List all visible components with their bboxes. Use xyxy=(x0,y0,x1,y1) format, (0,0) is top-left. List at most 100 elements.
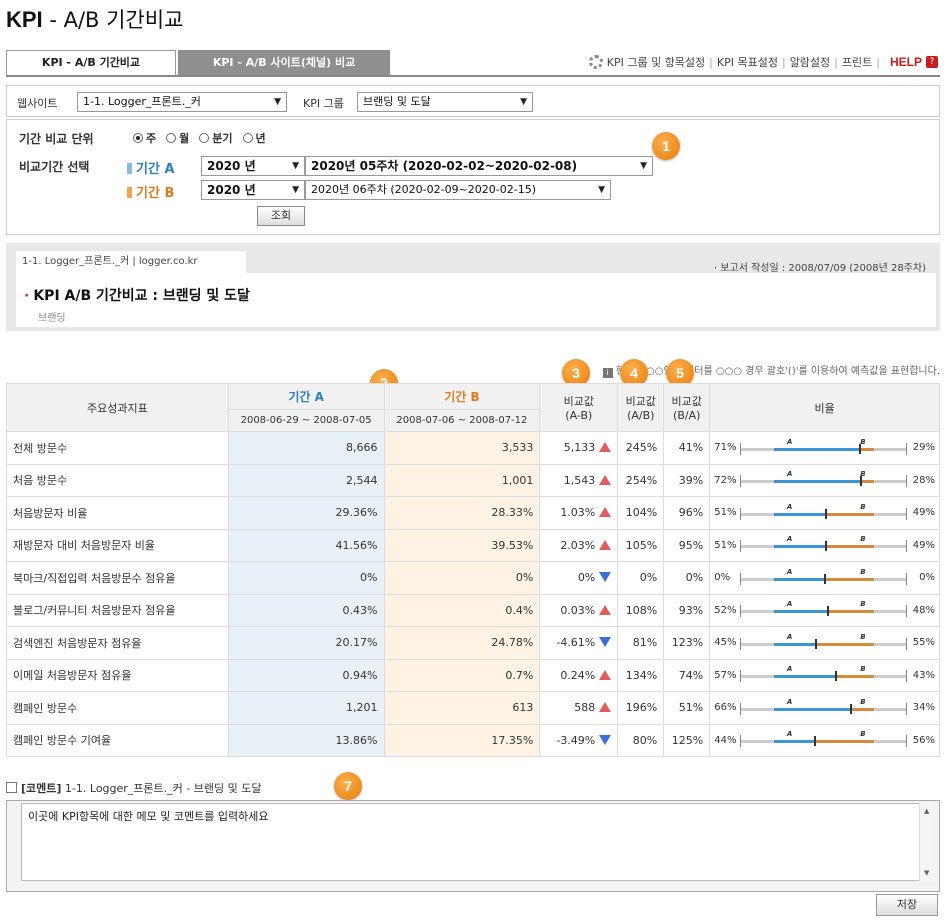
website-select[interactable]: 1-1. Logger_프론트._커 xyxy=(77,92,287,112)
save-button[interactable]: 저장 xyxy=(876,894,938,916)
kpi-name: 캠페인 방문수 xyxy=(6,691,229,725)
diff-value: 0.03% xyxy=(560,603,596,617)
scroll-up-icon[interactable]: ▲ xyxy=(924,807,929,815)
ratio-bar-end xyxy=(740,702,742,715)
ratio-bar-a xyxy=(773,512,826,516)
ratio-a-tick: A xyxy=(786,632,793,641)
ratio-bar-end xyxy=(740,637,742,650)
print-link[interactable]: 프린트 xyxy=(842,54,872,70)
table-row: 전체 방문수 8,666 3,533 5,133 245% 41% 71% A B 29% xyxy=(6,431,940,465)
period-b-value: 0.7% xyxy=(383,658,541,692)
info-icon: i xyxy=(602,368,613,378)
ratio-bar-marker xyxy=(813,736,816,747)
ratio-bar-b xyxy=(825,512,874,516)
diff-value: 0% xyxy=(577,571,596,585)
col-a-header: 기간 A xyxy=(227,383,385,410)
comment-header: [코멘트] 1-1. Logger_프론트._커 - 브랜딩 및 도달 xyxy=(6,780,261,796)
ab-value: 108% xyxy=(617,593,665,627)
ratio-a-value: 52% xyxy=(714,604,737,616)
up-triangle-icon xyxy=(599,474,612,485)
ratio-bar: AB xyxy=(740,438,907,455)
ratio-a-tick: A xyxy=(786,567,793,576)
ba-value: 95% xyxy=(663,528,711,562)
table-row: 캠페인 방문수 1,201 613 588 196% 51% 66% A B 34% xyxy=(6,691,940,725)
kpi-name: 이메일 처음방문자 점유율 xyxy=(6,658,229,692)
diff-cell: 1.03% xyxy=(539,496,619,530)
period-b-value: 24.78% xyxy=(383,626,541,660)
period-b-year-select[interactable]: 2020 년 xyxy=(201,180,305,200)
ratio-a-value: 51% xyxy=(714,507,737,519)
tab-site-compare[interactable]: KPI - A/B 사이트(채널) 비교 xyxy=(178,50,390,76)
period-b-marker xyxy=(127,187,132,198)
table-row: 캠페인 방문수 기여율 13.86% 17.35% -3.49% 80% 125% 44% A… xyxy=(6,723,940,757)
kpi-name: 처음방문자 비율 xyxy=(6,496,229,530)
help-link[interactable]: HELP xyxy=(890,55,922,69)
ratio-bar: AB xyxy=(740,600,907,618)
period-panel: 기간 비교 단위 주 월 분기 년 비교기간 선택 기간 A 2020 년 20… xyxy=(6,119,940,235)
ratio-bar-marker xyxy=(825,541,828,552)
period-a-year-select[interactable]: 2020 년 xyxy=(201,156,305,176)
diff-cell: -4.61% xyxy=(539,626,619,660)
kpi-name: 블로그/커뮤니티 처음방문자 점유율 xyxy=(6,593,229,627)
col-ratio-header: 비율 xyxy=(709,383,940,432)
up-triangle-icon xyxy=(599,669,612,680)
unit-radio-week[interactable]: 주 xyxy=(133,130,156,146)
col-b-range: 2008-07-06 ~ 2008-07-12 xyxy=(383,409,541,432)
alarm-setting-link[interactable]: 알람설정 xyxy=(790,54,830,70)
report-header: 1-1. Logger_프론트._커 | logger.co.kr · 보고서 … xyxy=(6,243,940,331)
kpi-group-select[interactable]: 브랜딩 및 도달 xyxy=(357,92,533,112)
period-b-value: 1,001 xyxy=(383,463,541,497)
goal-setting-link[interactable]: KPI 목표설정 xyxy=(717,54,778,70)
period-a-value: 29.36% xyxy=(227,496,385,530)
ratio-a-value: 0% xyxy=(714,572,731,584)
ratio-a-value: 66% xyxy=(714,702,737,714)
unit-label: 기간 비교 단위 xyxy=(19,132,94,146)
unit-radio-month[interactable]: 월 xyxy=(166,130,189,146)
kpi-name: 처음 방문수 xyxy=(6,463,229,497)
diff-value: 1.03% xyxy=(560,506,596,520)
tab-period-compare[interactable]: KPI - A/B 기간비교 xyxy=(6,50,176,76)
ratio-bar: AB xyxy=(740,470,907,488)
ratio-cell: 51% A B 49% xyxy=(709,496,940,530)
diff-value: -3.49% xyxy=(556,733,596,747)
ratio-b-value: 48% xyxy=(912,604,935,616)
table-row: 북마크/직접입력 처음방문수 점유율 0% 0% 0% 0% 0% 0% A B 0% xyxy=(6,561,940,595)
ab-value: 245% xyxy=(617,431,665,465)
ratio-a-value: 45% xyxy=(714,637,737,649)
ratio-bar-marker xyxy=(835,671,838,682)
table-row: 검색엔진 처음방문자 점유율 20.17% 24.78% -4.61% 81% 123% 4… xyxy=(6,626,940,660)
scroll-down-icon[interactable]: ▼ xyxy=(924,869,929,877)
period-a-week-select[interactable]: 2020년 05주차 (2020-02-02~2020-02-08) xyxy=(305,156,653,176)
ratio-cell: 72% A B 28% xyxy=(709,463,940,497)
comment-scrollbar[interactable]: ▲ ▼ xyxy=(919,803,935,881)
period-b-week-select[interactable]: 2020년 06주차 (2020-02-09~2020-02-15) xyxy=(305,180,611,200)
comment-textarea[interactable]: 이곳에 KPI항목에 대한 메모 및 코멘트를 입력하세요 xyxy=(21,803,935,881)
ratio-bar: AB xyxy=(740,698,907,715)
ratio-bar-a xyxy=(773,447,859,451)
ratio-a-value: 57% xyxy=(714,669,737,681)
help-icon[interactable]: ? xyxy=(926,56,938,68)
group-setting-link[interactable]: KPI 그룹 및 항목설정 xyxy=(607,54,705,70)
query-button[interactable]: 조회 xyxy=(257,206,305,226)
unit-radio-quarter[interactable]: 분기 xyxy=(199,130,233,146)
unit-radio-year[interactable]: 년 xyxy=(242,130,266,146)
radio-dot xyxy=(199,133,210,143)
ba-value: 96% xyxy=(663,496,711,530)
ab-value: 0% xyxy=(617,561,665,595)
period-b-value: 0% xyxy=(383,561,541,595)
col-diff-header: 비교값 (A-B) xyxy=(539,383,619,432)
ratio-bar-a xyxy=(773,675,836,679)
ratio-bar-a xyxy=(773,545,826,549)
period-a-marker xyxy=(127,163,132,174)
up-triangle-icon xyxy=(599,604,612,615)
tab-divider xyxy=(6,75,940,77)
diff-value: 5,133 xyxy=(563,441,596,455)
ratio-cell: 71% A B 29% xyxy=(709,431,940,465)
ratio-b-value: 34% xyxy=(912,702,935,714)
down-triangle-icon xyxy=(599,572,612,583)
ratio-bar: AB xyxy=(740,567,907,585)
filter-bar: 웹사이트 1-1. Logger_프론트._커 KPI 그룹 브랜딩 및 도달 xyxy=(6,85,940,117)
up-triangle-icon xyxy=(599,702,612,713)
period-b-value: 0.4% xyxy=(383,593,541,627)
diff-cell: 1,543 xyxy=(539,463,619,497)
